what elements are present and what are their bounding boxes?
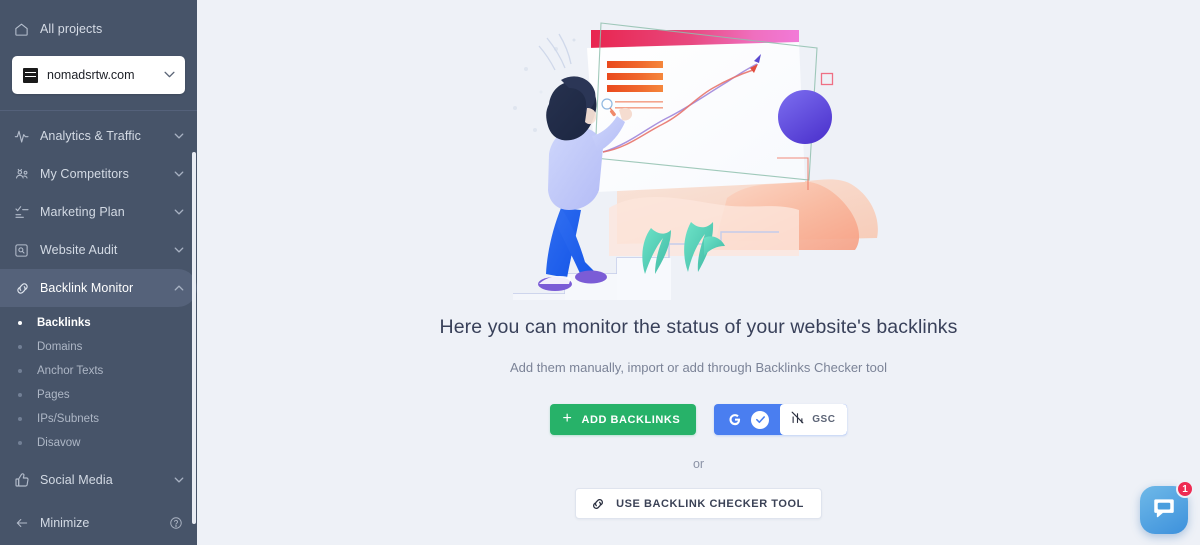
chevron-up-icon (174, 283, 184, 294)
thumbs-up-icon (14, 472, 40, 488)
or-separator: or (692, 457, 705, 471)
submenu-item-backlinks[interactable]: Backlinks (0, 311, 197, 335)
sidebar-all-projects[interactable]: All projects (0, 12, 197, 46)
bullet-icon (18, 417, 22, 421)
page-title: Here you can monitor the status of your … (439, 316, 958, 338)
chat-widget-button[interactable]: 1 (1140, 480, 1194, 534)
arrow-left-icon (14, 516, 40, 530)
backlinks-empty-state-illustration (499, 12, 899, 300)
app-root: All projects nomadsrtw.com Analytics & T… (0, 0, 1200, 545)
sidebar-item-marketing-plan[interactable]: Marketing Plan (0, 193, 197, 231)
bullet-icon (18, 369, 22, 373)
gsc-section[interactable]: GSC (780, 404, 848, 435)
audit-magnifier-icon (14, 243, 40, 258)
home-icon (14, 22, 40, 37)
submenu-item-anchor-texts[interactable]: Anchor Texts (0, 359, 197, 383)
checklist-icon (14, 204, 40, 220)
add-backlinks-label: ADD BACKLINKS (581, 413, 681, 426)
add-backlinks-button[interactable]: + ADD BACKLINKS (549, 404, 697, 435)
submenu-item-pages[interactable]: Pages (0, 383, 197, 407)
sidebar-item-label: Website Audit (40, 243, 118, 257)
bullet-icon (18, 345, 22, 349)
main-content: Here you can monitor the status of your … (197, 0, 1200, 545)
competitors-people-icon (14, 166, 40, 182)
sidebar-minimize[interactable]: Minimize (0, 503, 197, 543)
submenu-item-label: Backlinks (37, 317, 91, 329)
google-search-console-button[interactable]: GSC (714, 404, 848, 435)
sidebar-item-backlink-monitor[interactable]: Backlink Monitor (0, 269, 197, 307)
submenu-item-disavow[interactable]: Disavow (0, 431, 197, 455)
chat-bubble-icon (1151, 495, 1177, 526)
chain-link-icon (14, 280, 40, 297)
sidebar-item-label: Marketing Plan (40, 205, 125, 219)
sidebar-item-label: My Competitors (40, 167, 129, 181)
gsc-label: GSC (812, 414, 836, 425)
primary-actions-row: + ADD BACKLINKS GSC (549, 404, 848, 435)
chevron-down-icon (174, 245, 184, 256)
activity-pulse-icon (14, 128, 40, 144)
bullet-icon (18, 321, 22, 325)
plus-icon: + (562, 410, 573, 427)
sidebar: All projects nomadsrtw.com Analytics & T… (0, 0, 197, 545)
chain-link-icon (590, 496, 606, 512)
chat-unread-badge: 1 (1176, 480, 1194, 498)
chevron-down-icon (174, 169, 184, 180)
project-name: nomadsrtw.com (47, 68, 135, 82)
sidebar-item-website-audit[interactable]: Website Audit (0, 231, 197, 269)
page-subtitle: Add them manually, import or add through… (510, 360, 887, 375)
chevron-down-icon (174, 207, 184, 218)
site-favicon-icon (23, 67, 38, 83)
analytics-disconnected-icon (790, 410, 805, 430)
sidebar-top: All projects nomadsrtw.com (0, 0, 197, 111)
sidebar-item-social-media[interactable]: Social Media (0, 461, 197, 499)
chevron-down-icon (174, 475, 184, 486)
submenu-item-label: Pages (37, 389, 70, 401)
bullet-icon (18, 441, 22, 445)
sidebar-all-projects-label: All projects (40, 22, 103, 36)
help-circle-icon[interactable] (169, 516, 183, 530)
submenu-item-label: IPs/Subnets (37, 413, 100, 425)
submenu-item-label: Disavow (37, 437, 81, 449)
sidebar-scrollbar[interactable] (192, 152, 196, 524)
gsc-connected-section[interactable] (714, 410, 780, 429)
submenu-item-label: Anchor Texts (37, 365, 104, 377)
use-backlink-checker-tool-button[interactable]: USE BACKLINK CHECKER TOOL (575, 488, 822, 519)
chevron-down-icon (164, 70, 175, 81)
backlink-monitor-submenu: Backlinks Domains Anchor Texts Pages IPs… (0, 307, 197, 461)
check-circle-icon (751, 410, 770, 429)
bullet-icon (18, 393, 22, 397)
submenu-item-label: Domains (37, 341, 83, 353)
sidebar-nav: Analytics & Traffic My Competitors Marke… (0, 111, 197, 499)
chevron-down-icon (174, 131, 184, 142)
sidebar-item-label: Backlink Monitor (40, 281, 134, 295)
project-selector[interactable]: nomadsrtw.com (12, 56, 185, 94)
sidebar-item-label: Social Media (40, 473, 113, 487)
use-backlink-checker-tool-label: USE BACKLINK CHECKER TOOL (616, 497, 804, 510)
sidebar-item-label: Analytics & Traffic (40, 129, 142, 143)
google-g-icon (726, 411, 743, 428)
submenu-item-domains[interactable]: Domains (0, 335, 197, 359)
sidebar-item-analytics-traffic[interactable]: Analytics & Traffic (0, 117, 197, 155)
sidebar-item-my-competitors[interactable]: My Competitors (0, 155, 197, 193)
submenu-item-ips-subnets[interactable]: IPs/Subnets (0, 407, 197, 431)
sidebar-minimize-label: Minimize (40, 516, 90, 530)
